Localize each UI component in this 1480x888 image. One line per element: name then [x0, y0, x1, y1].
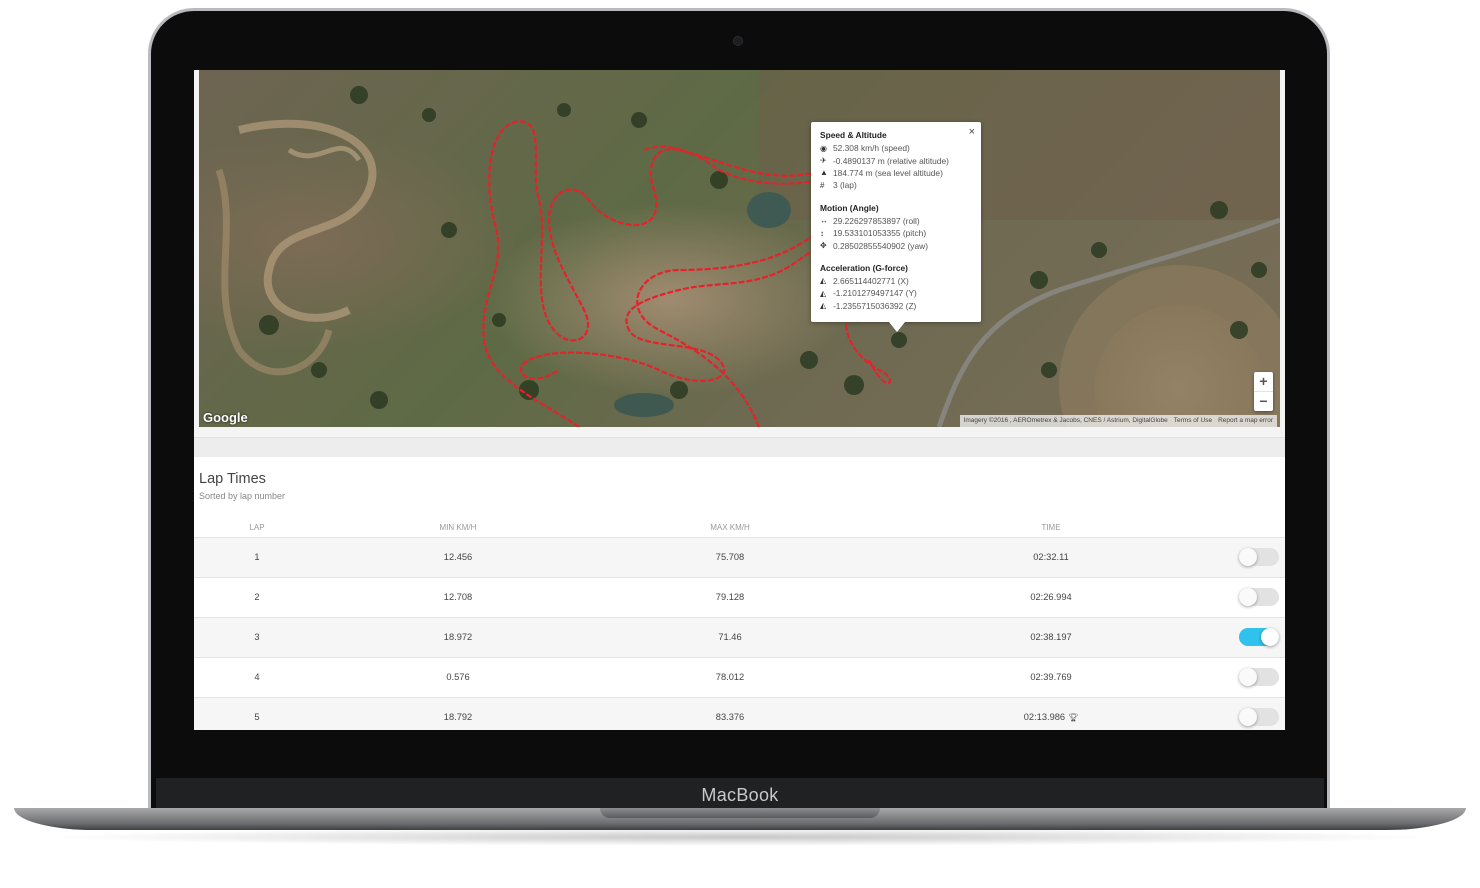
max-speed: 79.128 [715, 592, 745, 602]
lap-time: 02:32.11 [1033, 552, 1069, 562]
col-min-speed[interactable]: MIN KM/H [418, 523, 498, 532]
lap-number: 3 [254, 632, 260, 642]
area-chart-icon: ◭ [820, 288, 827, 298]
min-speed: 0.576 [446, 672, 470, 682]
lap-number: 2 [254, 592, 260, 602]
accel-y-row: ◭ -1.2101279497147 (Y) [820, 288, 917, 299]
area-chart-icon: ◭ [820, 276, 827, 286]
lap-number: 4 [254, 672, 260, 682]
close-icon[interactable]: × [969, 126, 975, 138]
yaw-row: ✥ 0.28502855540902 (yaw) [820, 240, 928, 251]
card-subtitle: Sorted by lap number [199, 491, 286, 501]
min-speed: 12.456 [443, 552, 473, 562]
map-attribution: Imagery ©2016 , AEROmetrex & Jacobs, CNE… [959, 415, 1277, 427]
max-speed: 78.012 [715, 672, 745, 682]
dirt-track [287, 145, 362, 162]
pitch-row: ↕ 19.533101053355 (pitch) [820, 228, 927, 239]
telemetry-info-window: × Speed & Altitude ◉ 52.308 km/h (speed) … [811, 122, 981, 332]
card-title: Lap Times [199, 471, 266, 487]
google-logo: Google [203, 410, 248, 425]
min-speed: 12.708 [443, 592, 473, 602]
report-error-link[interactable]: Report a map error [1218, 415, 1273, 427]
laptop-shadow [40, 828, 1440, 846]
table-row[interactable]: 5 18.792 83.376 02:13.986 🏆︎ [194, 697, 1285, 730]
zoom-control: + − [1254, 372, 1273, 411]
hash-icon: # [820, 180, 825, 190]
lap-time: 02:39.769 [1030, 672, 1072, 682]
toggle-knob [1239, 668, 1257, 686]
relative-altitude-row: ✈ -0.4890137 m (relative altitude) [820, 155, 949, 166]
table-row[interactable]: 4 0.576 78.012 02:39.769 [194, 657, 1285, 697]
toggle-knob [1239, 588, 1257, 606]
table-row[interactable]: 1 12.456 75.708 02:32.11 [194, 537, 1285, 577]
zoom-in-button[interactable]: + [1254, 372, 1273, 392]
accel-x-row: ◭ 2.665114402771 (X) [820, 275, 909, 286]
lap-rows: 1 12.456 75.708 02:32.11 2 12.708 79.128… [194, 537, 1285, 730]
horizontal-arrows-icon: ↔ [820, 216, 828, 226]
accel-z-row: ◭ -1.2355715036392 (Z) [820, 300, 917, 311]
min-speed: 18.972 [443, 632, 473, 642]
pond [614, 393, 674, 417]
move-arrows-icon: ✥ [820, 241, 827, 251]
zoom-out-button[interactable]: − [1254, 392, 1273, 411]
acceleration-heading: Acceleration (G-force) [820, 262, 908, 273]
sea-level-altitude-row: ▲ 184.774 m (sea level altitude) [820, 167, 943, 178]
lap-visibility-toggle[interactable] [1239, 548, 1279, 566]
lap-time: 02:38.197 [1030, 632, 1072, 642]
trophy-icon: 🏆︎ [1068, 713, 1079, 722]
laptop-hinge-notch [600, 808, 880, 818]
table-row[interactable]: 2 12.708 79.128 02:26.994 [194, 577, 1285, 617]
circular-field [1059, 265, 1280, 427]
max-speed: 75.708 [715, 552, 745, 562]
toggle-knob [1239, 548, 1257, 566]
roll-row: ↔ 29.226297853897 (roll) [820, 215, 920, 226]
speed-row: ◉ 52.308 km/h (speed) [820, 143, 910, 154]
lap-time: 02:26.994 [1030, 592, 1072, 602]
motion-heading: Motion (Angle) [820, 202, 879, 213]
speedometer-icon: ◉ [820, 143, 827, 153]
map-overlay [215, 70, 1280, 427]
pond [747, 192, 791, 228]
mountain-icon: ▲ [820, 168, 828, 178]
area-chart-icon: ◭ [820, 301, 827, 311]
lap-time: 02:13.986 🏆︎ [1023, 712, 1079, 722]
col-lap[interactable]: LAP [232, 523, 282, 532]
lap-number: 1 [254, 552, 260, 562]
table-header: LAP MIN KM/H MAX KM/H TIME [194, 523, 1285, 537]
max-speed: 83.376 [715, 712, 745, 722]
col-max-speed[interactable]: MAX KM/H [690, 523, 770, 532]
max-speed: 71.46 [718, 632, 742, 642]
plane-icon: ✈ [820, 156, 827, 166]
section-divider [194, 437, 1285, 458]
vertical-arrows-icon: ↕ [820, 228, 824, 238]
toggle-knob [1239, 708, 1257, 726]
lap-visibility-toggle[interactable] [1239, 588, 1279, 606]
screen: Google Imagery ©2016 , AEROmetrex & Jaco… [194, 70, 1285, 730]
camera-dot [733, 36, 743, 46]
laptop-brand-label: MacBook [701, 785, 779, 805]
lap-row: #3 (lap) [820, 180, 857, 191]
min-speed: 18.792 [443, 712, 473, 722]
col-time[interactable]: TIME [991, 523, 1111, 532]
table-row[interactable]: 3 18.972 71.46 02:38.197 [194, 617, 1285, 657]
speed-altitude-heading: Speed & Altitude [820, 130, 887, 140]
dirt-track [215, 168, 333, 376]
lap-visibility-toggle[interactable] [1239, 628, 1279, 646]
lap-times-card: Lap Times Sorted by lap number LAP MIN K… [194, 457, 1285, 730]
satellite-map[interactable]: Google Imagery ©2016 , AEROmetrex & Jaco… [199, 70, 1280, 427]
terms-link[interactable]: Terms of Use [1174, 415, 1212, 427]
lap-visibility-toggle[interactable] [1239, 668, 1279, 686]
imagery-credit: Imagery ©2016 , AEROmetrex & Jacobs, CNE… [963, 417, 1168, 424]
lap-number: 5 [254, 712, 260, 722]
toggle-knob [1261, 628, 1279, 646]
lap-visibility-toggle[interactable] [1239, 708, 1279, 726]
